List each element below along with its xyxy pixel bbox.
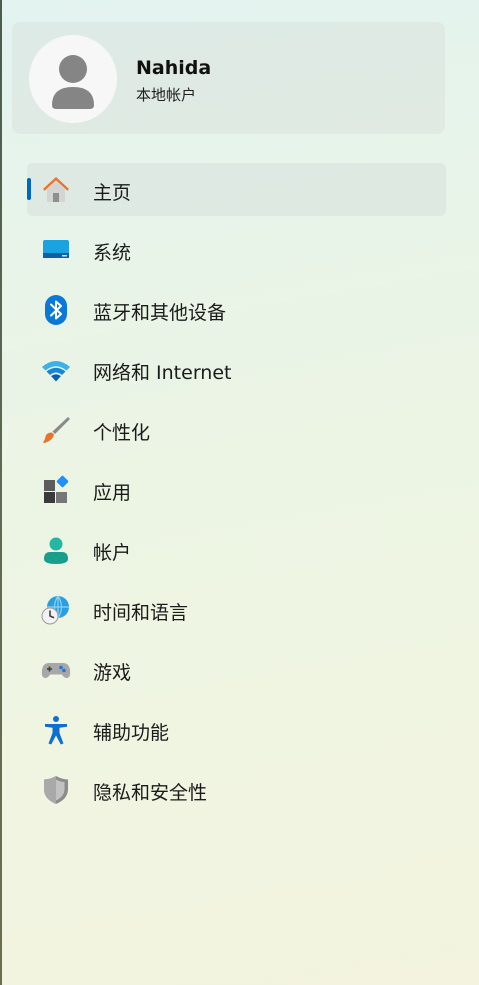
nav-item-home[interactable]: 主页 — [27, 163, 446, 216]
person-avatar-icon — [52, 55, 94, 109]
account-type: 本地帐户 — [136, 86, 197, 104]
accessibility-icon — [40, 714, 72, 746]
avatar[interactable] — [29, 35, 117, 123]
account-name: Nahida — [136, 57, 212, 79]
account-person-icon — [40, 534, 72, 566]
paintbrush-icon — [40, 414, 72, 446]
nav-item-system[interactable]: 系统 — [27, 223, 446, 276]
wifi-network-icon — [40, 354, 72, 386]
nav-label-privacy-security: 隐私和安全性 — [93, 782, 208, 804]
home-icon — [40, 174, 72, 206]
system-display-icon — [40, 234, 72, 266]
settings-nav: 主页 系统 蓝牙和其他设备 网络和 Internet 个性化 应用 帐户 时间和… — [27, 163, 446, 823]
nav-item-privacy-security[interactable]: 隐私和安全性 — [27, 763, 446, 816]
nav-label-home: 主页 — [93, 182, 132, 204]
nav-label-personalization: 个性化 — [93, 422, 151, 444]
nav-label-accessibility: 辅助功能 — [93, 722, 170, 744]
nav-label-apps: 应用 — [93, 482, 132, 504]
bluetooth-icon — [40, 294, 72, 326]
nav-label-gaming: 游戏 — [93, 662, 132, 684]
nav-label-system: 系统 — [93, 242, 132, 264]
nav-item-bluetooth[interactable]: 蓝牙和其他设备 — [27, 283, 446, 336]
window-left-edge — [0, 0, 2, 985]
nav-label-time-language: 时间和语言 — [93, 602, 189, 624]
nav-item-personalization[interactable]: 个性化 — [27, 403, 446, 456]
nav-item-gaming[interactable]: 游戏 — [27, 643, 446, 696]
nav-item-accounts[interactable]: 帐户 — [27, 523, 446, 576]
nav-item-time-language[interactable]: 时间和语言 — [27, 583, 446, 636]
nav-item-apps[interactable]: 应用 — [27, 463, 446, 516]
nav-label-bluetooth: 蓝牙和其他设备 — [93, 302, 227, 324]
gamepad-icon — [40, 654, 72, 686]
account-card[interactable]: Nahida 本地帐户 — [12, 22, 445, 134]
selected-indicator — [27, 178, 31, 200]
nav-item-network[interactable]: 网络和 Internet — [27, 343, 446, 396]
nav-label-network: 网络和 Internet — [93, 362, 232, 384]
apps-icon — [40, 474, 72, 506]
nav-label-accounts: 帐户 — [93, 542, 132, 564]
shield-icon — [40, 774, 72, 806]
time-language-globe-icon — [40, 594, 72, 626]
nav-item-accessibility[interactable]: 辅助功能 — [27, 703, 446, 756]
